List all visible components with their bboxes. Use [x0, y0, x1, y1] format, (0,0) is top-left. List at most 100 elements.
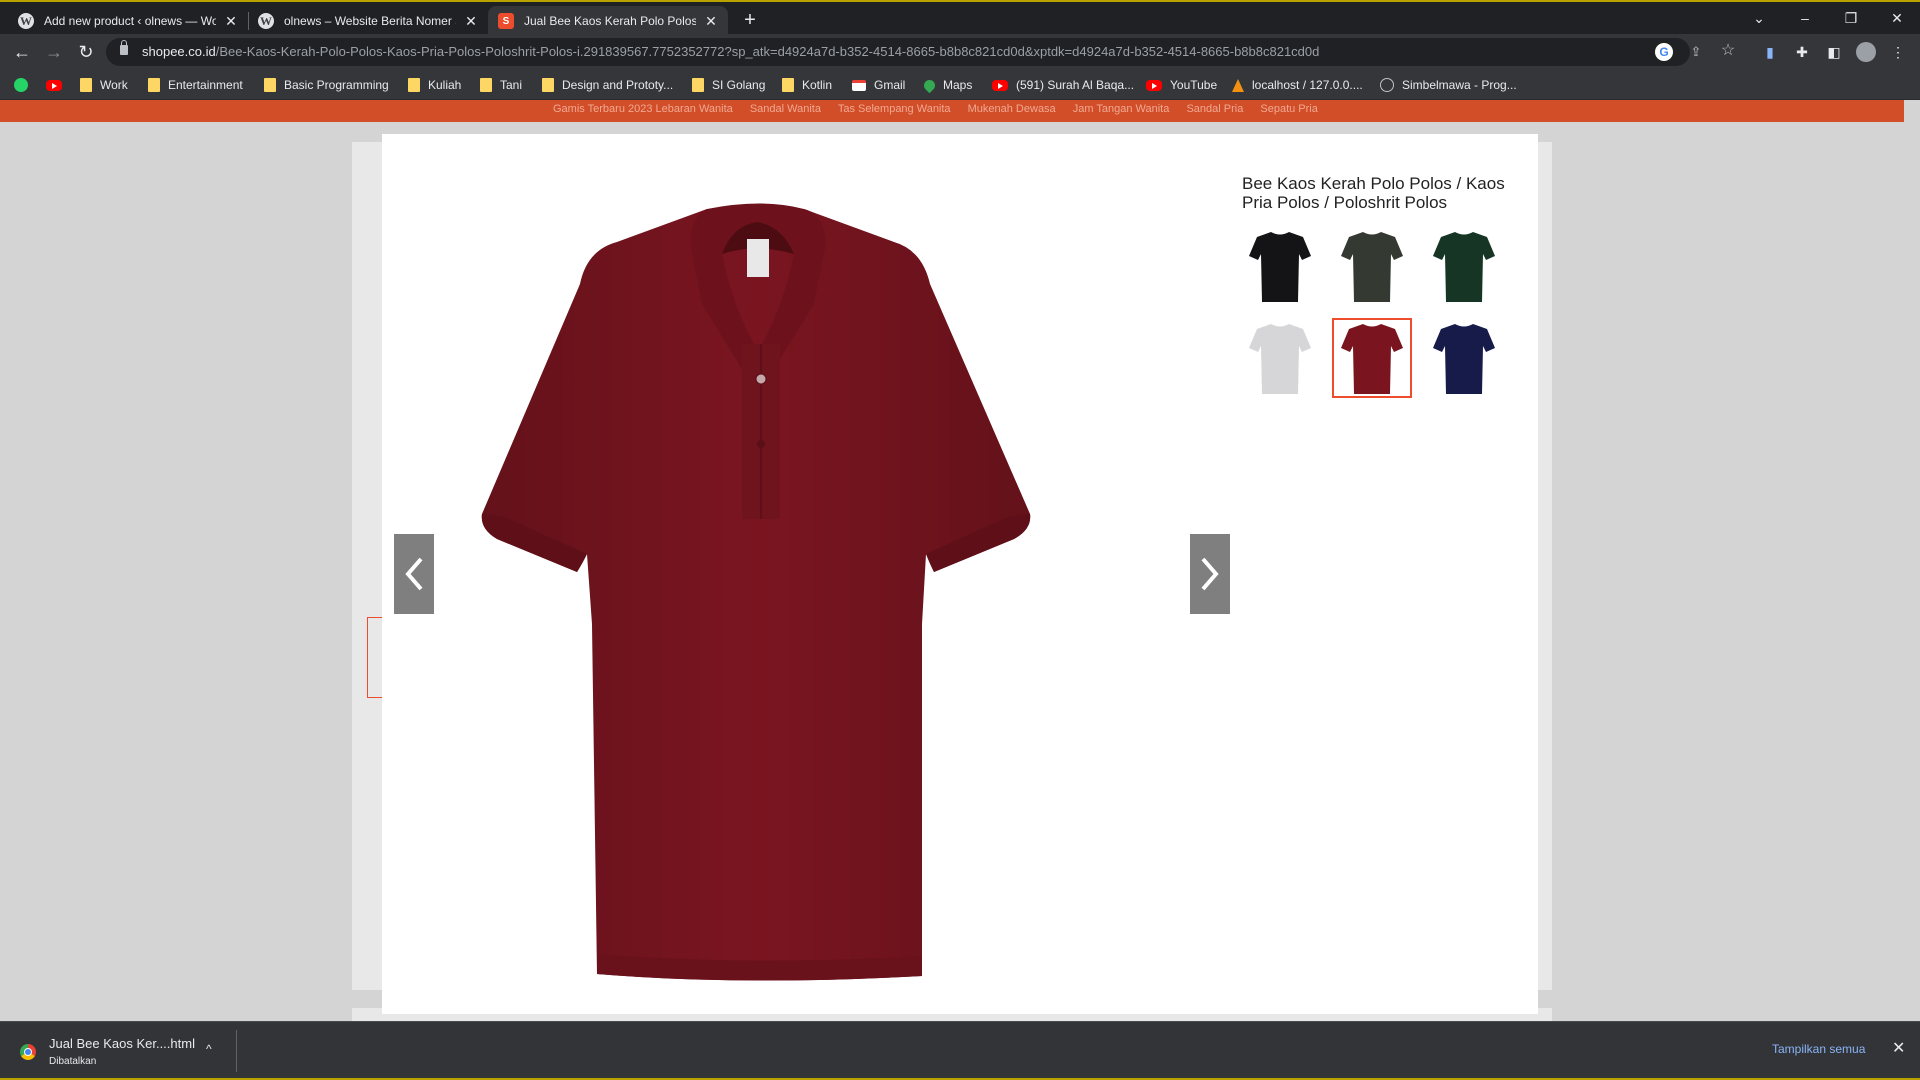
bookmark-youtube-shortcut[interactable] — [46, 76, 70, 94]
polo-thumbnail — [1249, 324, 1311, 394]
folder-icon — [148, 78, 160, 92]
thumbnail-navy[interactable] — [1424, 318, 1504, 398]
thumbnail-dark-olive[interactable] — [1332, 226, 1412, 306]
bookmark-label: Kuliah — [428, 78, 462, 92]
bookmark-tani[interactable]: Tani — [480, 76, 522, 94]
wordpress-icon: W — [18, 13, 34, 29]
lock-icon[interactable] — [120, 40, 128, 55]
header-link[interactable]: Sepatu Pria — [1260, 103, 1317, 115]
tab-title: Jual Bee Kaos Kerah Polo Polos / Kaos — [524, 14, 696, 28]
youtube-icon — [46, 79, 62, 91]
bookmark-surah-al-baqarah[interactable]: (591) Surah Al Baqa... — [992, 76, 1134, 94]
google-lens-icon[interactable]: G — [1655, 43, 1673, 61]
bookmark-label: Entertainment — [168, 78, 243, 92]
tab-olnews[interactable]: W olnews – Website Berita Nomer Satu ✕ — [248, 6, 488, 36]
header-keyword-links: Gamis Terbaru 2023 Lebaran Wanita Sandal… — [553, 103, 1332, 115]
polo-thumbnail — [1341, 324, 1403, 394]
polo-thumbnail — [1433, 324, 1495, 394]
url-text[interactable]: shopee.co.id/Bee-Kaos-Kerah-Polo-Polos-K… — [142, 44, 1319, 59]
bookmark-simbelmawa[interactable]: Simbelmawa - Prog... — [1380, 76, 1517, 94]
folder-icon — [480, 78, 492, 92]
new-tab-button[interactable]: + — [738, 8, 762, 32]
back-button[interactable]: ← — [10, 40, 34, 64]
bookmark-work[interactable]: Work — [80, 76, 128, 94]
next-image-button[interactable] — [1190, 534, 1230, 614]
youtube-icon — [992, 79, 1008, 91]
bookmark-entertainment[interactable]: Entertainment — [148, 76, 243, 94]
bookmark-label: Kotlin — [802, 78, 833, 92]
close-tab-icon[interactable]: ✕ — [704, 13, 718, 30]
forward-button[interactable]: → — [42, 40, 66, 64]
product-title: Bee Kaos Kerah Polo Polos / Kaos Pria Po… — [1242, 174, 1505, 212]
address-bar[interactable]: shopee.co.id/Bee-Kaos-Kerah-Polo-Polos-K… — [106, 38, 1735, 66]
header-link[interactable]: Sandal Wanita — [750, 103, 821, 115]
bookmark-whatsapp[interactable] — [14, 76, 36, 94]
bookmark-kotlin[interactable]: Kotlin — [782, 76, 832, 94]
bookmark-gmail[interactable]: Gmail — [852, 76, 905, 94]
reload-button[interactable]: ↻ — [74, 40, 98, 64]
tab-wordpress-add-product[interactable]: W Add new product ‹ olnews — WordPress ✕ — [8, 6, 248, 36]
bookmark-localhost[interactable]: localhost / 127.0.0.... — [1232, 76, 1363, 94]
globe-icon — [1380, 78, 1394, 92]
kebab-menu-icon[interactable]: ⋮ — [1888, 42, 1908, 62]
bookmark-basic-programming[interactable]: Basic Programming — [264, 76, 389, 94]
share-icon[interactable]: ⇪ — [1687, 43, 1705, 61]
url-host: shopee.co.id — [142, 44, 216, 59]
thumbnail-maroon-selected[interactable] — [1332, 318, 1412, 398]
bookmark-kuliah[interactable]: Kuliah — [408, 76, 461, 94]
chevron-left-icon — [405, 557, 423, 591]
wordpress-icon: W — [258, 13, 274, 29]
thumbnail-dark-green[interactable] — [1424, 226, 1504, 306]
tab-shopee-product[interactable]: S Jual Bee Kaos Kerah Polo Polos / Kaos … — [488, 6, 728, 36]
header-link[interactable]: Mukenah Dewasa — [968, 103, 1056, 115]
tab-search-button[interactable]: ⌄ — [1736, 4, 1782, 32]
folder-icon — [692, 78, 704, 92]
download-item[interactable]: Jual Bee Kaos Ker....html Dibatalkan ^ — [14, 1032, 236, 1072]
header-link[interactable]: Sandal Pria — [1186, 103, 1243, 115]
bookmark-label: Work — [100, 78, 128, 92]
star-icon[interactable]: ☆ — [1719, 42, 1737, 60]
bookmark-label: SI Golang — [712, 78, 766, 92]
puzzle-icon[interactable]: ✚ — [1792, 42, 1812, 62]
profile-avatar-icon[interactable] — [1856, 42, 1876, 62]
chevron-up-icon[interactable]: ^ — [206, 1042, 212, 1056]
close-tab-icon[interactable]: ✕ — [464, 13, 478, 30]
side-panel-icon[interactable]: ◧ — [1824, 42, 1844, 62]
folder-icon — [542, 78, 554, 92]
bookmark-label: YouTube — [1170, 78, 1218, 92]
polo-shirt-image — [481, 203, 1031, 981]
close-download-bar-icon[interactable]: ✕ — [1892, 1038, 1905, 1058]
bookmark-si-golang[interactable]: SI Golang — [692, 76, 765, 94]
page-scrollbar[interactable] — [1904, 100, 1920, 1021]
image-viewer-modal: Bee Kaos Kerah Polo Polos / Kaos Pria Po… — [382, 134, 1538, 1014]
browser-toolbar: ← → ↻ shopee.co.id/Bee-Kaos-Kerah-Polo-P… — [0, 34, 1920, 70]
close-window-button[interactable]: ✕ — [1874, 4, 1920, 32]
thumbnail-black[interactable] — [1240, 226, 1320, 306]
extension-docs-icon[interactable]: ▮ — [1760, 42, 1780, 62]
minimize-button[interactable]: – — [1782, 4, 1828, 32]
bookmark-design-prototype[interactable]: Design and Prototy... — [542, 76, 673, 94]
header-link[interactable]: Gamis Terbaru 2023 Lebaran Wanita — [553, 103, 733, 115]
browser-tabstrip: W Add new product ‹ olnews — WordPress ✕… — [0, 0, 1920, 36]
bookmark-maps[interactable]: Maps — [921, 76, 972, 94]
product-main-image — [402, 154, 1222, 994]
page-viewport: Gamis Terbaru 2023 Lebaran Wanita Sandal… — [0, 100, 1920, 1021]
shopee-header: Gamis Terbaru 2023 Lebaran Wanita Sandal… — [0, 100, 1904, 122]
bookmarks-bar: Work Entertainment Basic Programming Kul… — [0, 70, 1920, 100]
previous-image-button[interactable] — [394, 534, 434, 614]
restore-button[interactable]: ❐ — [1828, 4, 1874, 32]
show-all-downloads-link[interactable]: Tampilkan semua — [1772, 1042, 1865, 1056]
polo-thumbnail — [1341, 232, 1403, 302]
thumbnail-light-grey[interactable] — [1240, 318, 1320, 398]
folder-icon — [782, 78, 794, 92]
bookmark-label: (591) Surah Al Baqa... — [1016, 78, 1135, 92]
youtube-icon — [1146, 79, 1162, 91]
header-link[interactable]: Jam Tangan Wanita — [1073, 103, 1170, 115]
close-tab-icon[interactable]: ✕ — [224, 13, 238, 30]
download-bar: Jual Bee Kaos Ker....html Dibatalkan ^ T… — [0, 1021, 1920, 1080]
header-link[interactable]: Tas Selempang Wanita — [838, 103, 951, 115]
bookmark-youtube[interactable]: YouTube — [1146, 76, 1217, 94]
download-file-name: Jual Bee Kaos Ker....html — [49, 1036, 195, 1051]
folder-icon — [264, 78, 276, 92]
tab-title: Add new product ‹ olnews — WordPress — [44, 14, 216, 28]
